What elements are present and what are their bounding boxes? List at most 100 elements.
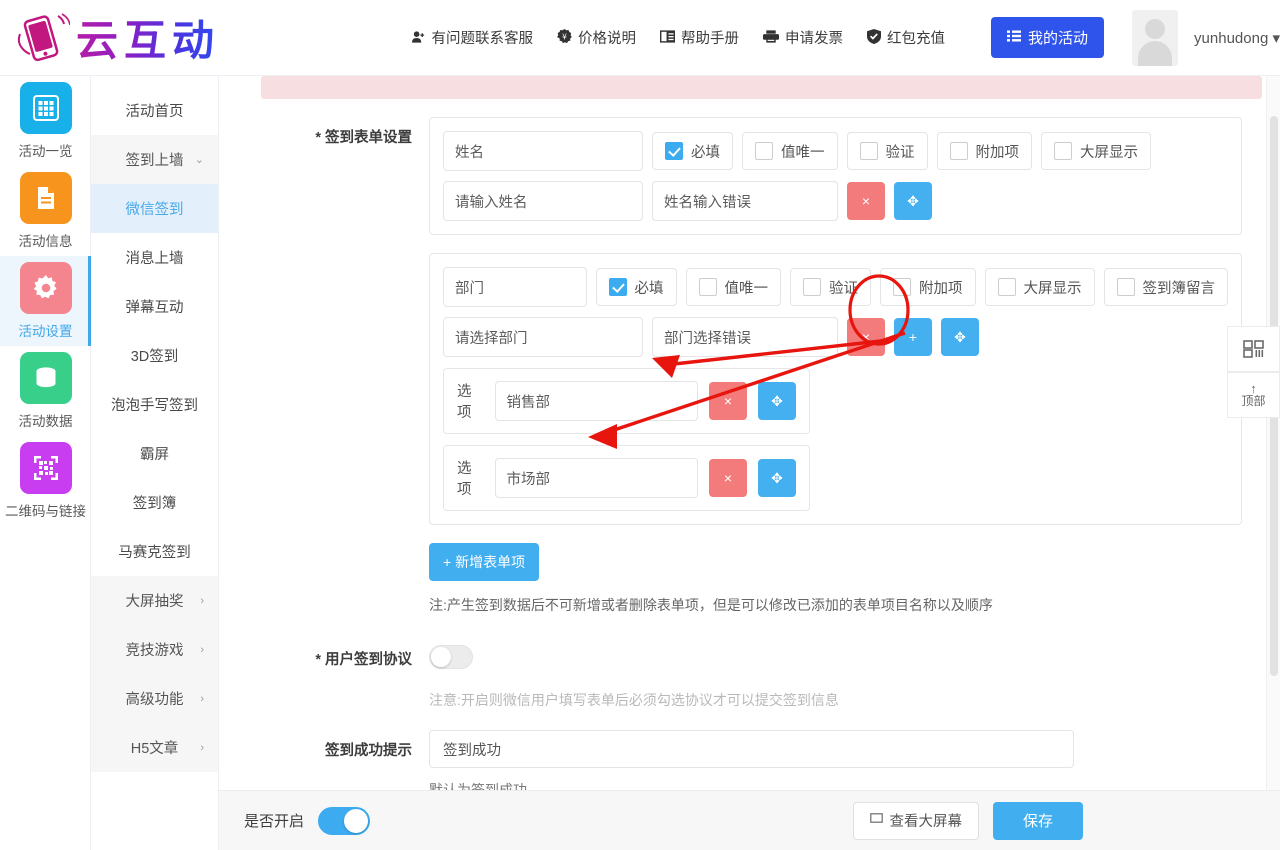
submenu-group-competitive-games[interactable]: 竞技游戏 › bbox=[91, 625, 218, 674]
delete-icon[interactable]: × bbox=[709, 382, 747, 420]
add-form-item-button[interactable]: + 新增表单项 bbox=[429, 543, 540, 581]
submenu-item-screen-takeover[interactable]: 霸屏 bbox=[91, 429, 218, 478]
field-line-bottom: 请输入姓名 姓名输入错误 × ✥ bbox=[443, 181, 1228, 221]
username-menu[interactable]: yunhudong ▾ bbox=[1194, 29, 1280, 47]
sidebar-item-label: 活动信息 bbox=[18, 234, 73, 249]
checkbox-verify[interactable]: 验证 bbox=[790, 268, 871, 306]
my-activity-label: 我的活动 bbox=[1028, 30, 1089, 47]
field-name-input[interactable]: 姓名 bbox=[443, 131, 643, 171]
checkbox-bigscreen[interactable]: 大屏显示 bbox=[984, 268, 1095, 306]
field-placeholder-input[interactable]: 请输入姓名 bbox=[443, 181, 643, 221]
nav-item-price[interactable]: ¥ 价格说明 bbox=[557, 27, 636, 48]
checkbox-unique[interactable]: 值唯一 bbox=[685, 268, 781, 306]
delete-icon[interactable]: × bbox=[709, 459, 747, 497]
checkbox-box bbox=[893, 278, 911, 296]
submenu-item-signin-book[interactable]: 签到簿 bbox=[91, 478, 218, 527]
submenu-item-3d-signin[interactable]: 3D签到 bbox=[91, 331, 218, 380]
page-scrollbar[interactable] bbox=[1266, 76, 1280, 850]
checkbox-box bbox=[665, 142, 683, 160]
submenu-label: 签到上墙 bbox=[125, 153, 184, 169]
submenu-item-message-wall[interactable]: 消息上墙 bbox=[91, 233, 218, 282]
submenu-item-bubble-handwrite-signin[interactable]: 泡泡手写签到 bbox=[91, 380, 218, 429]
checkbox-signinbook-message[interactable]: 签到簿留言 bbox=[1103, 268, 1228, 306]
form-settings-body: 姓名 必填 值唯一 验证 附加项 大屏显示 请输入姓名 姓名输入错误 × ✥ 部… bbox=[429, 117, 1242, 615]
option-label: 选项 bbox=[457, 384, 472, 421]
nav-item-invoice[interactable]: 申请发票 bbox=[763, 27, 843, 48]
field-line-top: 部门 必填 值唯一 验证 附加项 大屏显示 签到簿留言 bbox=[443, 267, 1228, 307]
checkbox-extra[interactable]: 附加项 bbox=[936, 132, 1032, 170]
checkbox-box bbox=[608, 278, 627, 296]
field-placeholder-input[interactable]: 请选择部门 bbox=[443, 317, 643, 357]
nav-item-help-manual[interactable]: 帮助手册 bbox=[660, 27, 739, 48]
move-icon[interactable]: ✥ bbox=[894, 182, 932, 220]
submenu-item-mosaic-signin[interactable]: 马赛克签到 bbox=[91, 527, 218, 576]
success-tip-input[interactable]: 签到成功 bbox=[429, 730, 1074, 768]
submenu-group-h5-article[interactable]: H5文章 › bbox=[91, 723, 218, 772]
sidebar-item-label: 活动一览 bbox=[18, 144, 73, 159]
my-activity-button[interactable]: 我的活动 bbox=[991, 17, 1105, 58]
submenu-group-advanced-features[interactable]: 高级功能 › bbox=[91, 674, 218, 723]
checkbox-required[interactable]: 必填 bbox=[595, 268, 677, 306]
nav-item-redpacket-recharge[interactable]: 红包充值 bbox=[867, 27, 945, 48]
checkbox-label: 必填 bbox=[634, 280, 664, 297]
agreement-hint: 注意:开启则微信用户填写表单后必须勾选协议才可以提交签到信息 bbox=[429, 692, 839, 708]
sidebar-item-label: 二维码与链接 bbox=[5, 504, 86, 519]
checkbox-unique[interactable]: 值唯一 bbox=[742, 132, 838, 170]
logo-text: 云互动 bbox=[76, 7, 220, 68]
checkbox-box bbox=[859, 142, 878, 160]
sidebar-item-activity-info[interactable]: 活动信息 bbox=[0, 166, 91, 256]
submenu-group-bigscreen-lottery[interactable]: 大屏抽奖 › bbox=[91, 576, 218, 625]
sidebar-item-activity-settings[interactable]: 活动设置 bbox=[0, 256, 91, 346]
grid-icon bbox=[19, 82, 72, 134]
submenu-item-wechat-signin[interactable]: 微信签到 bbox=[91, 184, 218, 233]
checkbox-extra[interactable]: 附加项 bbox=[880, 268, 976, 306]
submenu-label: H5文章 bbox=[130, 741, 179, 757]
nav-item-customer-service[interactable]: 有问题联系客服 bbox=[411, 27, 533, 48]
app-header: 云互动 有问题联系客服 ¥ 价格说明 帮助手册 申请发票 红包充值 我的活动 y… bbox=[0, 0, 1280, 76]
field-name-input[interactable]: 部门 bbox=[443, 267, 587, 307]
move-icon[interactable]: ✥ bbox=[758, 382, 796, 420]
logo[interactable]: 云互动 bbox=[14, 7, 261, 68]
agreement-row: * 用户签到协议 注意:开启则微信用户填写表单后必须勾选协议才可以提交签到信息 bbox=[219, 639, 1280, 710]
submenu-item-activity-home[interactable]: 活动首页 bbox=[91, 86, 218, 135]
submenu-label: 竞技游戏 bbox=[125, 643, 184, 659]
svg-text:¥: ¥ bbox=[562, 32, 567, 41]
view-bigscreen-button[interactable]: 查看大屏幕 bbox=[852, 801, 979, 840]
option-label: 选项 bbox=[457, 461, 472, 498]
bottom-action-bar: 是否开启 查看大屏幕 保存 bbox=[219, 790, 1280, 850]
submenu-group-signin-wall[interactable]: 签到上墙 ⌄ bbox=[91, 135, 218, 184]
sidebar-item-activity-data[interactable]: 活动数据 bbox=[0, 346, 91, 436]
option-input[interactable]: 市场部 bbox=[494, 458, 698, 498]
enable-toggle[interactable] bbox=[318, 806, 371, 835]
submenu-item-danmaku[interactable]: 弹幕互动 bbox=[91, 282, 218, 331]
back-to-top-button[interactable]: ↑ 顶部 bbox=[1227, 372, 1280, 418]
sidebar-item-label: 活动设置 bbox=[18, 324, 73, 339]
checkbox-bigscreen[interactable]: 大屏显示 bbox=[1041, 132, 1151, 170]
delete-icon[interactable]: × bbox=[847, 182, 885, 220]
field-error-input[interactable]: 部门选择错误 bbox=[652, 317, 838, 357]
add-option-icon[interactable]: + bbox=[894, 318, 932, 356]
monitor-icon bbox=[869, 812, 883, 829]
enable-toggle-label: 是否开启 bbox=[244, 813, 305, 830]
save-button[interactable]: 保存 bbox=[993, 801, 1083, 840]
submenu-label: 活动首页 bbox=[125, 104, 184, 120]
chevron-down-icon: ▾ bbox=[1272, 29, 1280, 47]
sidebar-item-activity-list[interactable]: 活动一览 bbox=[0, 76, 91, 166]
move-icon[interactable]: ✥ bbox=[941, 318, 979, 356]
chevron-right-icon: › bbox=[200, 741, 204, 754]
checkbox-required[interactable]: 必填 bbox=[652, 132, 733, 170]
agreement-toggle[interactable] bbox=[429, 645, 473, 669]
sidebar-item-qrcode-link[interactable]: 二维码与链接 bbox=[0, 436, 91, 526]
form-settings-note: 注:产生签到数据后不可新增或者删除表单项，但是可以修改已添加的表单项目名称以及顺… bbox=[429, 597, 993, 613]
checkbox-verify[interactable]: 验证 bbox=[846, 132, 928, 170]
avatar[interactable] bbox=[1132, 9, 1179, 66]
checkbox-label: 验证 bbox=[885, 144, 915, 161]
checkbox-box bbox=[1054, 142, 1072, 160]
layout-preview-icon[interactable] bbox=[1227, 326, 1280, 372]
checkbox-label: 值唯一 bbox=[781, 144, 825, 161]
field-error-input[interactable]: 姓名输入错误 bbox=[652, 181, 838, 221]
move-icon[interactable]: ✥ bbox=[758, 459, 796, 497]
nav-label: 申请发票 bbox=[785, 31, 844, 47]
delete-icon[interactable]: × bbox=[847, 318, 885, 356]
option-input[interactable]: 销售部 bbox=[494, 381, 698, 421]
